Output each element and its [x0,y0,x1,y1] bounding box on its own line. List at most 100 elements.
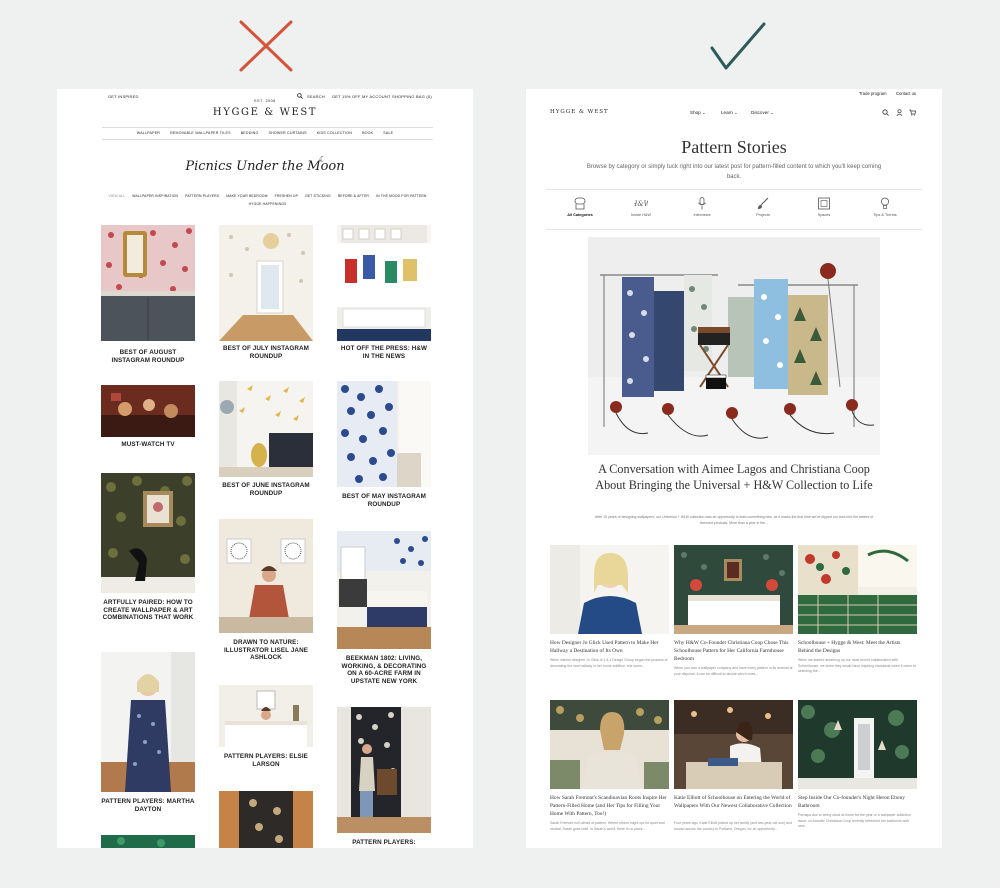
category-label: All Categories [567,213,593,217]
category-mood-for-pattern[interactable]: IN THE MOOD FOR PATTERN [376,194,426,198]
brush-icon [758,197,769,209]
post-image [337,531,431,649]
trade-program-link[interactable]: Trade program [859,91,887,96]
search-icon[interactable] [882,109,889,116]
featured-post-excerpt: After 15 years of designing wallpapers, … [594,515,874,525]
category-filter: VIEW ALL WALLPAPER INSPIRATION PATTERN P… [102,192,433,208]
post-title[interactable]: How Sarah Fremont's Scandinavian Roots I… [550,794,669,818]
post-title[interactable]: Katie Elliott of Schoolhouse on Entering… [674,794,793,810]
category-wallpaper-inspiration[interactable]: WALLPAPER INSPIRATION [132,194,178,198]
post-image [219,225,313,341]
post-caption[interactable]: HOT OFF THE PRESS: H&W IN THE NEWS [337,345,431,360]
category-freshen-up[interactable]: FRESHEN UP [275,194,298,198]
nav-shower-curtains[interactable]: SHOWER CURTAINS [268,131,306,135]
nav-kids[interactable]: KIDS COLLECTION [317,131,352,135]
post-excerpt: When you own a wallpaper company and hav… [674,666,793,676]
post-title[interactable]: Schoolhouse + Hygge & West: Meet the Art… [798,639,917,655]
category-get-sticking[interactable]: GET STICKING [305,194,331,198]
post-image [337,381,431,487]
category-label: Spaces [817,213,831,217]
featured-post-title[interactable]: A Conversation with Aimee Lagos and Chri… [586,461,882,493]
category-projects[interactable]: Projects [740,197,786,217]
post-card[interactable]: How Sarah Fremont's Scandinavian Roots I… [550,700,669,840]
post-caption[interactable]: BEST OF JULY INSTAGRAM ROUNDUP [219,345,313,360]
category-divider-bottom [546,229,922,230]
category-inside-hw[interactable]: H&W Inside H&W [618,197,664,217]
post-caption[interactable]: BEST OF AUGUST INSTAGRAM ROUNDUP [101,349,195,364]
post-caption[interactable]: ARTFULLY PAIRED: HOW TO CREATE WALLPAPER… [101,599,195,622]
svg-text:H&W: H&W [634,200,648,208]
post-image [674,545,793,634]
category-interviews[interactable]: Interviews [679,197,725,217]
post-card[interactable]: Why H&W Co-Founder Christiana Coop Chose… [674,545,793,676]
post-caption[interactable]: DRAWN TO NATURE: ILLUSTRATOR LISEL JANE … [219,639,313,662]
nav-shop-label: Shop [690,110,701,115]
frame-icon [818,197,830,210]
category-divider-top [546,189,922,190]
post-caption[interactable]: BEEKMAN 1802: LIVING, WORKING, & DECORAT… [337,655,431,685]
post-image [550,700,669,789]
chevron-down-icon: ⌄ [702,110,706,115]
category-hygge-happenings[interactable]: HYGGE HAPPENINGS [249,202,287,206]
wallpaper-roll-icon [574,197,586,210]
lightbulb-icon [881,197,889,209]
post-card[interactable]: Schoolhouse + Hygge & West: Meet the Art… [798,545,917,675]
nav-bedding[interactable]: BEDDING [241,131,259,135]
category-pattern-players[interactable]: PATTERN PLAYERS [185,194,219,198]
page-title: Pattern Stories [681,137,787,157]
category-spaces[interactable]: Spaces [801,197,847,217]
category-tips-trends[interactable]: Tips & Trends [862,197,908,217]
post-caption[interactable]: PATTERN PLAYERS: ELSIE LARSON [219,753,313,768]
featured-post-image[interactable] [588,237,880,455]
site-logo[interactable]: HYGGE & WEST [550,109,609,115]
post-image [550,545,669,634]
post-card[interactable]: How Designer Jo Glick Used Pattern to Ma… [550,545,669,675]
post-excerpt: Perhaps due to being stuck at home for t… [798,813,911,828]
bad-example-x-icon [239,20,293,72]
nav-shop[interactable]: Shop ⌄ [690,110,706,116]
post-title[interactable]: How Designer Jo Glick Used Pattern to Ma… [550,639,669,655]
category-label: Interviews [693,213,711,217]
category-label: Inside H&W [630,213,652,217]
main-nav: WALLPAPER REMOVABLE WALLPAPER TILES BEDD… [97,131,433,135]
hero-title: Picnics Under the Moon [185,159,345,174]
post-title[interactable]: Step Inside Our Co-founder's Night Heron… [798,794,917,810]
post-caption[interactable]: BEST OF JUNE INSTAGRAM ROUNDUP [219,482,313,497]
post-image [337,225,431,341]
post-image [219,791,313,848]
nav-learn[interactable]: Learn ⌄ [721,110,738,116]
nav-removable-tiles[interactable]: REMOVABLE WALLPAPER TILES [170,131,231,135]
category-label: Tips & Trends [873,213,897,217]
post-caption[interactable]: PATTERN PLAYERS: [337,839,431,847]
post-image [101,835,195,848]
category-view-all[interactable]: VIEW ALL [109,194,126,198]
post-card[interactable]: Katie Elliott of Schoolhouse on Entering… [674,700,793,840]
post-excerpt: When we started dreaming up our most rec… [798,658,916,673]
post-caption[interactable]: PATTERN PLAYERS: MARTHA DAYTON [101,798,195,813]
nav-divider [102,127,433,128]
post-title[interactable]: Why H&W Co-Founder Christiana Coop Chose… [674,639,793,663]
nav-sale[interactable]: SALE [383,131,393,135]
nav-discover[interactable]: Discover ⌄ [751,110,774,116]
account-icon[interactable] [896,109,903,116]
post-excerpt: Four years ago, Katie Elliott picked up … [674,821,792,831]
post-caption[interactable]: MUST-WATCH TV [101,441,195,449]
nav-book[interactable]: BOOK [362,131,373,135]
established-label: EST. 2008 [254,99,276,103]
nav-discover-label: Discover [751,110,769,115]
site-logo[interactable]: HYGGE & WEST [57,107,473,118]
category-all[interactable]: All Categories [557,197,603,217]
nav-learn-label: Learn [721,110,733,115]
cart-icon[interactable] [909,109,916,116]
post-caption[interactable]: BEST OF MAY INSTAGRAM ROUNDUP [337,493,431,508]
bad-example-blog-page: GET INSPIRED SEARCH GET 15% OFF MY ACCOU… [57,89,473,848]
nav-wallpaper[interactable]: WALLPAPER [137,131,160,135]
post-image [101,652,195,792]
category-make-your-bedroom[interactable]: MAKE YOUR BEDROOM [226,194,267,198]
good-example-blog-page: Trade program Contact us HYGGE & WEST Sh… [526,89,942,848]
category-before-after[interactable]: BEFORE & AFTER [338,194,369,198]
contact-link[interactable]: Contact us [896,91,916,96]
post-card[interactable]: Step Inside Our Co-founder's Night Heron… [798,700,917,840]
page-subtitle: Browse by category or simply tuck right … [586,164,882,180]
post-image [219,519,313,633]
